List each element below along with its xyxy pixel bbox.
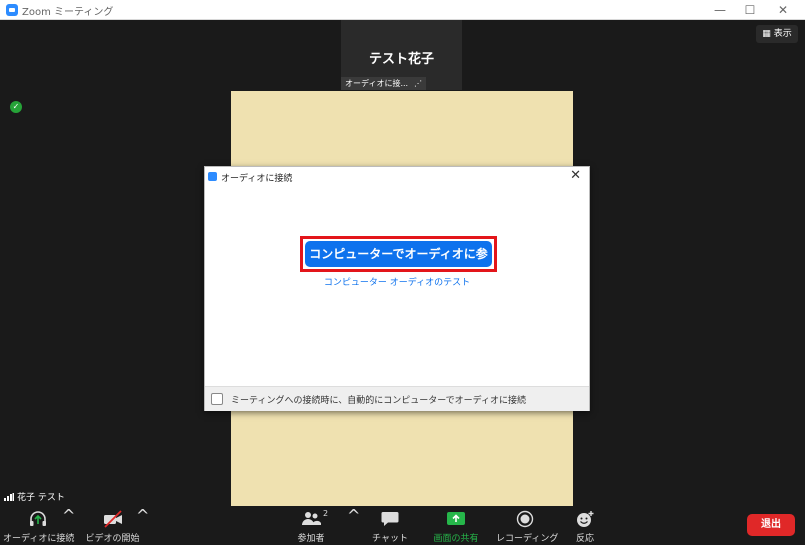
- view-button-label: 表示: [773, 29, 792, 39]
- minimize-button[interactable]: —: [705, 0, 735, 20]
- grid-icon: ▦: [762, 29, 771, 39]
- auto-join-audio-checkbox[interactable]: [211, 393, 223, 405]
- close-window-button[interactable]: ✕: [768, 0, 798, 20]
- participants-count: 2: [323, 509, 329, 518]
- test-computer-audio-link[interactable]: コンピューター オーディオのテスト: [205, 275, 589, 288]
- record-icon: [516, 510, 534, 528]
- zoom-app-icon: [208, 172, 217, 181]
- participants-options-caret-icon[interactable]: ^: [347, 506, 360, 545]
- chat-label: チャット: [372, 534, 408, 544]
- window-title: Zoom ミーティング: [22, 7, 114, 18]
- reactions-icon: [577, 511, 594, 527]
- video-off-icon: [103, 510, 122, 528]
- zoom-app-icon: [6, 4, 18, 16]
- video-options-caret-icon[interactable]: ^: [136, 506, 149, 545]
- dialog-footer: ミーティングへの接続時に、自動的にコンピューターでオーディオに接続: [205, 386, 589, 411]
- start-video-label: ビデオの開始: [85, 534, 140, 544]
- chat-icon: [381, 512, 399, 526]
- participants-label: 参加者: [297, 534, 325, 544]
- record-label: レコーディング: [496, 534, 559, 544]
- audio-connecting-chip: オーディオに接... ⋰: [341, 77, 426, 90]
- audio-options-caret-icon[interactable]: ^: [62, 506, 75, 545]
- dialog-title: オーディオに接続: [221, 174, 293, 184]
- share-screen-icon: [447, 512, 465, 525]
- meeting-toolbar: オーディオに接続 ^ ビデオの開始 ^ 2 参加者 ^ チャット 画面の共有 レ…: [0, 506, 805, 545]
- maximize-button[interactable]: ☐: [735, 0, 765, 20]
- window-titlebar: Zoom ミーティング — ☐ ✕: [0, 0, 805, 20]
- participants-icon: [302, 512, 321, 525]
- speaker-name: テスト花子: [368, 52, 434, 67]
- chat-button[interactable]: チャット: [370, 506, 410, 545]
- share-screen-label: 画面の共有: [433, 534, 479, 544]
- record-button[interactable]: レコーディング: [496, 506, 559, 545]
- join-with-computer-audio-button[interactable]: コンピューターでオーディオに参加: [305, 241, 492, 287]
- headphones-icon: [30, 511, 46, 526]
- join-audio-dialog: オーディオに接続 ✕ コンピューターでオーディオに参加 コンピューター オーディ…: [204, 166, 590, 411]
- view-button[interactable]: ▦ 表示: [756, 25, 798, 43]
- signal-strength-icon: [4, 493, 14, 501]
- close-icon[interactable]: ✕: [570, 168, 581, 183]
- share-screen-button[interactable]: 画面の共有: [430, 506, 482, 545]
- connecting-dots-icon: ⋰: [414, 79, 422, 88]
- self-participant-label: 花子 テスト: [0, 490, 69, 506]
- participant-name: 花子 テスト: [17, 493, 65, 503]
- leave-meeting-button[interactable]: 退出: [747, 514, 795, 536]
- reactions-button[interactable]: 反応: [570, 506, 600, 545]
- dialog-titlebar: オーディオに接続 ✕: [205, 167, 589, 187]
- encryption-shield-icon[interactable]: ✓: [10, 101, 22, 113]
- reactions-label: 反応: [575, 534, 594, 544]
- participants-button[interactable]: 2 参加者: [288, 506, 334, 545]
- start-video-button[interactable]: ビデオの開始: [85, 506, 140, 545]
- auto-join-audio-label[interactable]: ミーティングへの接続時に、自動的にコンピューターでオーディオに接続: [231, 393, 526, 406]
- audio-chip-label: オーディオに接...: [345, 79, 409, 88]
